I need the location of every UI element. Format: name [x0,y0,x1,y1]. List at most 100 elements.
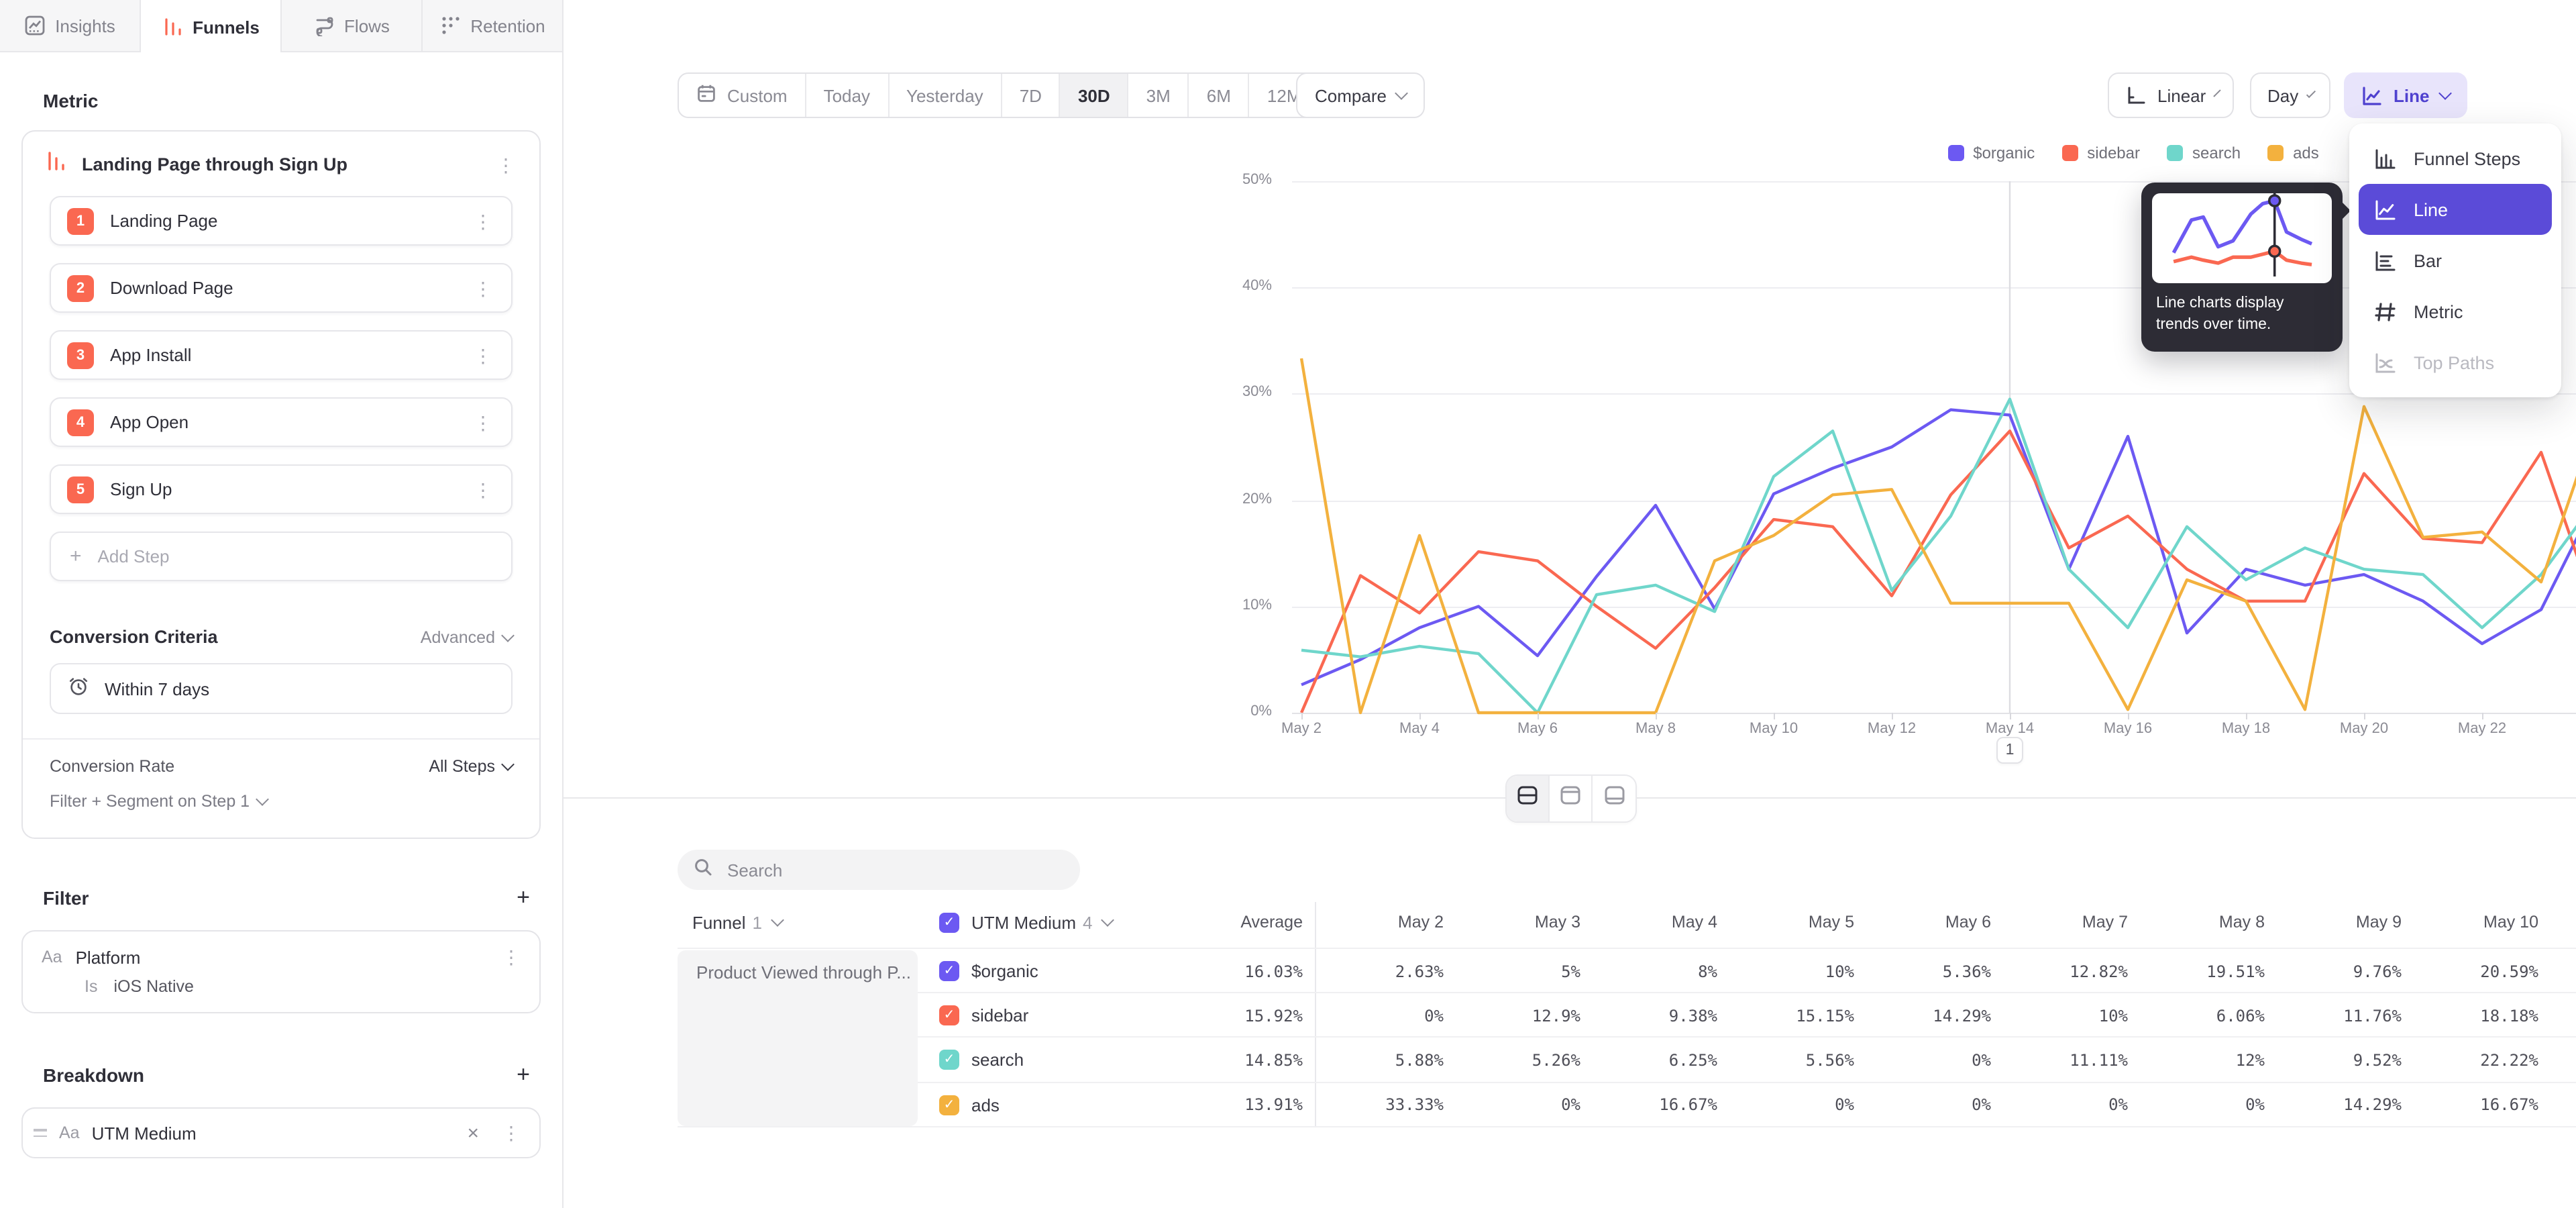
series-checkbox[interactable]: ✓ [939,1095,959,1115]
series-checkbox[interactable]: ✓ [939,961,959,981]
series-checkbox[interactable]: ✓ [939,1005,959,1025]
tab-insights[interactable]: Insights [0,0,141,51]
funnel-name-cell[interactable]: Product Viewed through P... [678,950,918,1126]
legend-item[interactable]: ads [2267,144,2319,162]
remove-breakdown-icon[interactable]: × [462,1121,484,1144]
chevron-down-icon [1395,87,1409,100]
step-kebab-icon[interactable]: ⋮ [468,477,498,501]
breakdown-kebab-icon[interactable]: ⋮ [496,1121,526,1145]
step-kebab-icon[interactable]: ⋮ [468,276,498,300]
legend-item[interactable]: search [2167,144,2241,162]
date-preset-today[interactable]: Today [806,74,889,117]
x-axis-tick [2010,713,2011,719]
funnels-icon [162,16,183,38]
legend-item[interactable]: $organic [1947,144,2035,162]
data-value: 12.9% [1460,993,1580,1038]
step-kebab-icon[interactable]: ⋮ [468,343,498,367]
y-axis-label: 0% [1210,703,1272,719]
legend-swatch [1947,145,1964,161]
panel-bottom-icon [1603,784,1625,813]
layout-toggle-panel-top-icon[interactable] [1550,776,1593,821]
data-value: 5.26% [1460,1038,1580,1083]
breakdown-card[interactable]: Aa UTM Medium × ⋮ [21,1107,541,1158]
filter-value[interactable]: iOS Native [113,977,194,996]
date-column-header: May 6 [1870,902,1991,942]
date-preset-yesterday[interactable]: Yesterday [889,74,1002,117]
series-name: search [971,1050,1024,1070]
retention-icon [439,15,461,36]
legend-label: search [2192,144,2241,162]
tab-flows[interactable]: Flows [282,0,423,51]
series-checkbox[interactable]: ✓ [939,1050,959,1070]
funnel-step[interactable]: 2Download Page⋮ [50,263,513,313]
date-preset-3m[interactable]: 3M [1129,74,1189,117]
data-value: 14.29% [2281,1083,2402,1127]
search-input[interactable] [724,858,1064,881]
table-row-name[interactable]: ✓sidebar [939,993,1028,1038]
add-breakdown-button[interactable]: + [508,1062,538,1089]
data-value: 5% [1460,949,1580,993]
x-axis-tick [1656,713,1657,719]
compare-label: Compare [1315,85,1387,105]
x-axis-label: May 24 [2560,721,2576,737]
tab-retention[interactable]: Retention [423,0,562,51]
x-axis-label: May 6 [1497,721,1578,737]
menu-item-label: Funnel Steps [2414,148,2520,168]
tab-funnels[interactable]: Funnels [141,0,282,54]
date-preset-7d[interactable]: 7D [1002,74,1061,117]
chart-type-dropdown[interactable]: Line [2344,72,2467,118]
funnel-column-header[interactable]: Funnel1 [692,902,782,942]
advanced-dropdown[interactable]: Advanced [421,627,513,646]
metric-kebab-icon[interactable]: ⋮ [491,152,521,177]
conversion-rate-dropdown[interactable]: All Steps [429,757,513,776]
legend-item[interactable]: sidebar [2061,144,2140,162]
filter-kebab-icon[interactable]: ⋮ [496,945,526,969]
annotation-badge[interactable]: 1 [1996,737,2023,764]
funnel-step[interactable]: 5Sign Up⋮ [50,464,513,514]
metric-icon [2372,299,2398,324]
step-kebab-icon[interactable]: ⋮ [468,209,498,233]
table-row-name[interactable]: ✓ads [939,1083,1000,1127]
x-axis-tick [1774,713,1775,719]
funnel-step[interactable]: 3App Install⋮ [50,330,513,380]
add-step-button[interactable]: + Add Step [50,532,513,581]
menu-item-metric[interactable]: Metric [2359,286,2552,337]
filter-operator[interactable]: Is [85,977,97,996]
date-column-header: May 4 [1597,902,1717,942]
menu-item-bar[interactable]: Bar [2359,235,2552,286]
breakdown-column-header[interactable]: ✓UTM Medium4 [939,902,1113,942]
filter-card[interactable]: Aa Platform ⋮ Is iOS Native [21,930,541,1013]
compare-button[interactable]: Compare [1296,72,1426,118]
menu-item-label: Bar [2414,250,2442,270]
date-preset-6m[interactable]: 6M [1189,74,1250,117]
table-row-name[interactable]: ✓$organic [939,949,1038,993]
date-preset-custom[interactable]: Custom [679,74,806,117]
funnel-step[interactable]: 1Landing Page⋮ [50,196,513,246]
interval-dropdown[interactable]: Day [2250,72,2330,118]
menu-item-top-paths: Top Paths [2359,337,2552,388]
filter-segment-step1-toggle[interactable]: Filter + Segment on Step 1 [23,781,539,832]
date-preset-30d[interactable]: 30D [1061,74,1129,117]
menu-item-funnel-steps[interactable]: Funnel Steps [2359,133,2552,184]
add-filter-button[interactable]: + [508,885,538,911]
drag-handle-icon[interactable] [34,1129,47,1137]
average-value: 15.92% [1169,993,1303,1038]
chevron-down-icon [256,793,269,806]
menu-item-line[interactable]: Line [2359,184,2552,235]
layout-toggle-panel-bottom-icon[interactable] [1593,776,1635,821]
data-value: 12.82% [2007,949,2128,993]
table-row-name[interactable]: ✓ search [939,1038,1024,1083]
scale-dropdown[interactable]: Linear [2108,72,2234,118]
filter-property: Platform [76,947,483,967]
table-search[interactable] [678,850,1080,890]
chevron-down-icon [501,758,515,771]
select-all-checkbox[interactable]: ✓ [939,912,959,932]
funnel-step[interactable]: 4App Open⋮ [50,397,513,447]
step-kebab-icon[interactable]: ⋮ [468,410,498,434]
conversion-window-button[interactable]: Within 7 days [50,663,513,714]
layout-toggle-split-rows-icon[interactable] [1507,776,1550,821]
metric-heading: Metric [43,90,98,111]
y-axis-label: 30% [1210,385,1272,401]
data-value: 10% [2007,993,2128,1038]
clock-icon [67,675,90,702]
